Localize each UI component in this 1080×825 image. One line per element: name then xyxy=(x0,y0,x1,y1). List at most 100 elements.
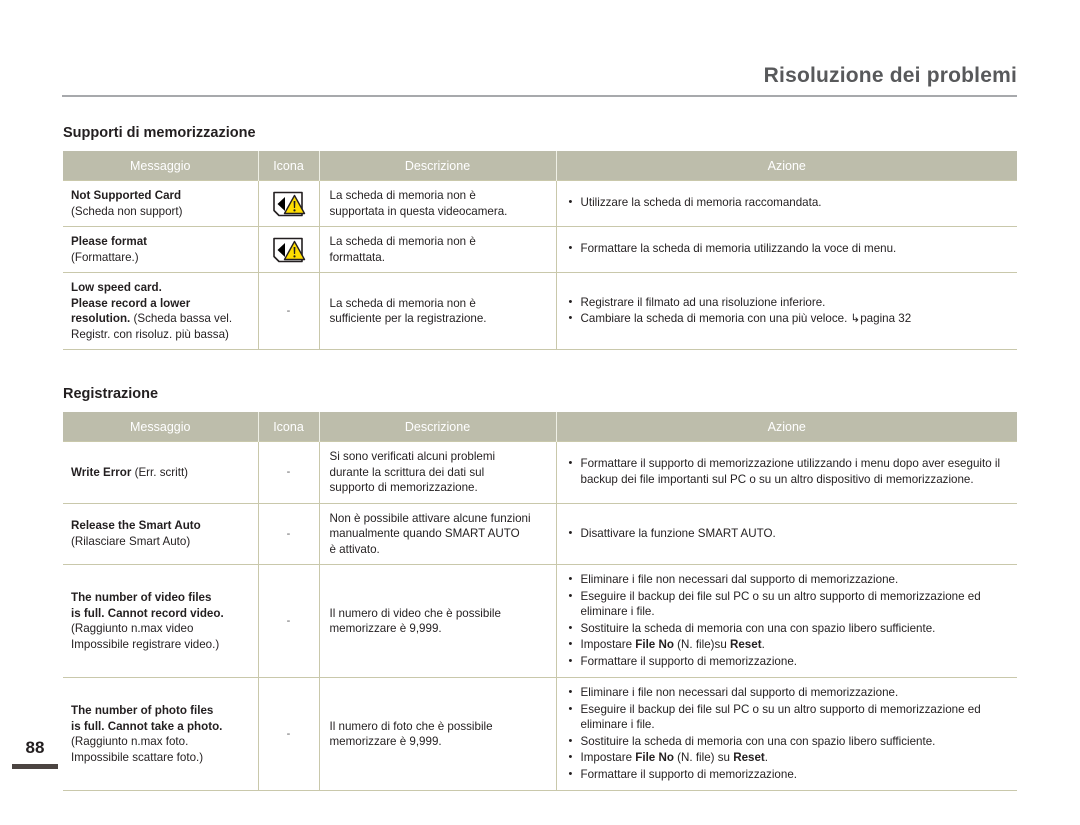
no-icon-dash: - xyxy=(286,727,291,740)
column-header-description: Descrizione xyxy=(319,151,557,181)
cell-action: Eliminare i file non necessari dal suppo… xyxy=(556,677,1017,791)
description-line: supporto di memorizzazione. xyxy=(329,481,478,494)
action-list: Formattare la scheda di memoria utilizza… xyxy=(567,241,1012,257)
description-line: durante la scrittura dei dati sul xyxy=(329,465,485,479)
description-line: Non è possibile attivare alcune funzioni xyxy=(329,511,531,525)
cell-description: La scheda di memoria non è formattata. xyxy=(319,226,557,273)
action-list: Formattare il supporto di memorizzazione… xyxy=(567,456,1012,487)
description-line: Il numero di video che è possibile xyxy=(329,606,501,620)
cell-action: Formattare la scheda di memoria utilizza… xyxy=(556,226,1017,273)
header-divider xyxy=(62,95,1017,97)
column-header-icon: Icona xyxy=(258,412,320,442)
message-text-en: Please record a lower xyxy=(71,296,191,310)
message-text-en: The number of video files xyxy=(71,591,212,604)
description-line: memorizzare è 9,999. xyxy=(329,735,442,748)
section-heading-recording: Registrazione xyxy=(63,386,159,402)
action-list: Eliminare i file non necessari dal suppo… xyxy=(567,685,1012,782)
cell-icon xyxy=(258,180,320,227)
cell-icon: - xyxy=(258,502,320,565)
cell-description: Non è possibile attivare alcune funzioni… xyxy=(319,502,557,565)
no-icon-dash: - xyxy=(286,304,291,317)
table-header-row: Messaggio Icona Descrizione Azione xyxy=(63,151,1017,181)
column-header-action: Azione xyxy=(556,412,1017,442)
action-item: Eliminare i file non necessari dal suppo… xyxy=(567,685,1012,701)
description-line: manualmente quando SMART AUTO xyxy=(329,527,520,540)
description-line: sufficiente per la registrazione. xyxy=(329,312,487,325)
action-list: Disattivare la funzione SMART AUTO. xyxy=(567,526,1012,542)
action-item: Formattare il supporto di memorizzazione… xyxy=(567,767,1012,783)
cell-message: Low speed card. Please record a lower reso… xyxy=(63,272,259,350)
cell-message: Not Supported Card (Scheda non support) xyxy=(63,180,259,227)
action-item: Impostare File No (N. file) su Reset. xyxy=(567,750,1012,766)
table-row: The number of photo files is full. Cannot… xyxy=(63,677,1017,791)
action-item: Formattare il supporto di memorizzazione… xyxy=(567,456,1012,487)
message-text-en: is full. Cannot record video. xyxy=(71,606,224,620)
description-line: La scheda di memoria non è xyxy=(329,296,476,310)
column-header-icon: Icona xyxy=(258,151,320,181)
description-line: supportata in questa videocamera. xyxy=(329,204,508,218)
action-item: Formattare il supporto di memorizzazione… xyxy=(567,654,1012,670)
table-row: Write Error (Err. scritt) - Si sono verifi… xyxy=(63,441,1017,503)
cell-message: The number of video files is full. Cannot… xyxy=(63,564,259,678)
message-text-it: (Raggiunto n.max foto. xyxy=(71,735,189,748)
folio-bar xyxy=(12,764,58,769)
column-header-description: Descrizione xyxy=(319,412,557,442)
description-line: Il numero di foto che è possibile xyxy=(329,719,493,733)
description-line: La scheda di memoria non è xyxy=(329,235,476,248)
action-item: Cambiare la scheda di memoria con una pi… xyxy=(567,311,1012,327)
cell-action: Registrare il filmato ad una risoluzione… xyxy=(556,272,1017,350)
message-text-en: Not Supported Card xyxy=(71,189,182,202)
action-list: Eliminare i file non necessari dal suppo… xyxy=(567,572,1012,669)
cell-description: Si sono verificati alcuni problemi durant… xyxy=(319,441,557,503)
page-title: Risoluzione dei problemi xyxy=(763,64,1017,87)
action-item: Impostare File No (N. file)su Reset. xyxy=(567,637,1012,653)
page-number: 88 xyxy=(25,738,45,757)
table-body-recording: Write Error (Err. scritt) - Si sono verifi… xyxy=(63,441,1017,791)
message-text-en: Low speed card. xyxy=(71,281,162,294)
cell-message: Release the Smart Auto (Rilasciare Smart … xyxy=(63,502,259,565)
running-head: Risoluzione dei problemi xyxy=(62,62,1017,97)
cell-description: La scheda di memoria non è supportata in … xyxy=(319,180,557,227)
folio: 88 xyxy=(12,738,58,769)
action-item: Sostituire la scheda di memoria con una … xyxy=(567,734,1012,750)
no-icon-dash: - xyxy=(286,614,291,627)
message-text-it: (Formattare.) xyxy=(71,250,139,264)
description-line: La scheda di memoria non è xyxy=(329,189,476,202)
cell-message: Please format (Formattare.) xyxy=(63,226,259,273)
memory-card-warning-icon xyxy=(272,191,305,216)
cell-description: La scheda di memoria non è sufficiente pe… xyxy=(319,272,557,350)
column-header-message: Messaggio xyxy=(63,151,259,181)
message-text-mixed: resolution. (Scheda bassa vel. xyxy=(71,312,233,325)
message-text-it: Registr. con risoluz. più bassa) xyxy=(71,327,229,341)
action-item: Registrare il filmato ad una risoluzione… xyxy=(567,295,1012,311)
message-text-en: The number of photo files xyxy=(71,704,214,717)
memory-card-warning-icon xyxy=(272,237,305,262)
table-row: The number of video files is full. Cannot… xyxy=(63,564,1017,678)
column-header-message: Messaggio xyxy=(63,412,259,442)
cell-message: The number of photo files is full. Cannot… xyxy=(63,677,259,791)
table-body-storage: Not Supported Card (Scheda non support) La… xyxy=(63,180,1017,350)
action-item: Eseguire il backup dei file sul PC o su … xyxy=(567,702,1012,733)
message-text-en: Please format xyxy=(71,235,148,248)
action-item: Formattare la scheda di memoria utilizza… xyxy=(567,241,1012,257)
cell-description: Il numero di video che è possibile memori… xyxy=(319,564,557,678)
action-item: Eseguire il backup dei file sul PC o su … xyxy=(567,589,1012,620)
cell-icon xyxy=(258,226,320,273)
manual-page: Risoluzione dei problemi 88 Supporti di … xyxy=(0,0,1080,825)
cell-action: Utilizzare la scheda di memoria raccoman… xyxy=(556,180,1017,227)
message-text-it: (Rilasciare Smart Auto) xyxy=(71,534,191,548)
message-text-en: Release the Smart Auto xyxy=(71,519,201,533)
action-item: Disattivare la funzione SMART AUTO. xyxy=(567,526,1012,542)
message-text-mixed: Write Error (Err. scritt) xyxy=(71,465,189,479)
table-recording: Messaggio Icona Descrizione Azione Write… xyxy=(63,412,1017,791)
action-list: Registrare il filmato ad una risoluzione… xyxy=(567,295,1012,327)
table-row: Low speed card. Please record a lower reso… xyxy=(63,272,1017,350)
table-header-row: Messaggio Icona Descrizione Azione xyxy=(63,412,1017,442)
message-text-it: (Raggiunto n.max video xyxy=(71,622,194,635)
description-line: Si sono verificati alcuni problemi xyxy=(329,450,496,463)
column-header-action: Azione xyxy=(556,151,1017,181)
description-line: è attivato. xyxy=(329,542,380,556)
no-icon-dash: - xyxy=(286,466,291,478)
cell-action: Formattare il supporto di memorizzazione… xyxy=(556,441,1017,503)
table-row: Not Supported Card (Scheda non support) La… xyxy=(63,180,1017,227)
